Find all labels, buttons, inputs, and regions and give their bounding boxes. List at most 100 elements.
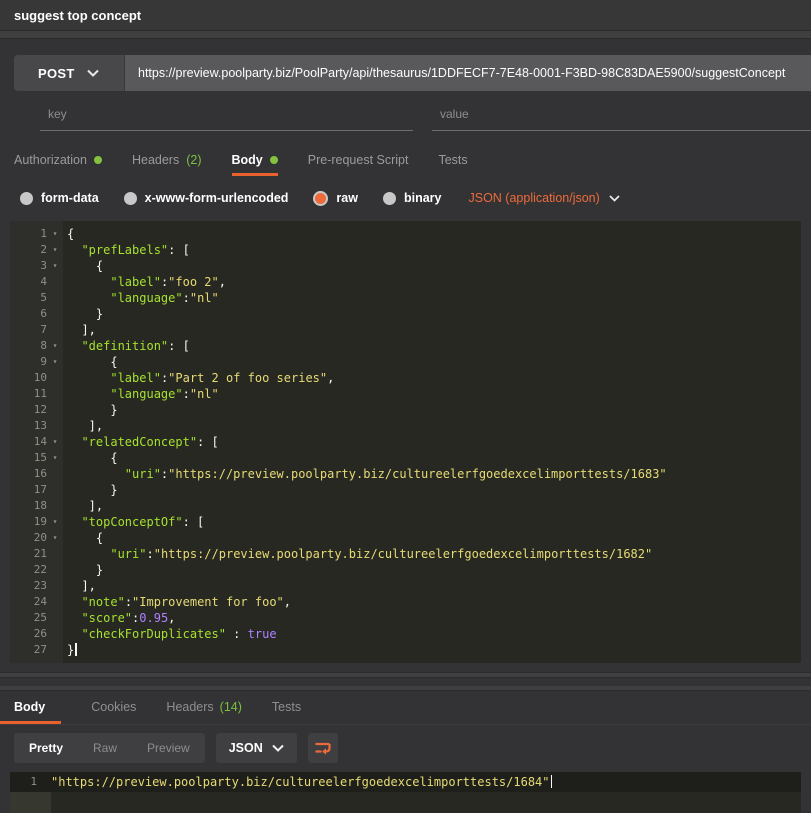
code-line[interactable]: 24 "note":"Improvement for foo", [10,594,801,610]
pane-splitter[interactable] [0,672,811,678]
tab-authorization[interactable]: Authorization [14,153,102,176]
view-mode-raw[interactable]: Raw [78,733,132,763]
code-line[interactable]: 25 "score":0.95, [10,610,801,626]
code-text: ], [63,418,103,434]
body-mode-row: form-datax-www-form-urlencodedrawbinary … [0,183,811,213]
line-number: 12 [10,402,47,418]
code-line[interactable]: 21 "uri":"https://preview.poolparty.biz/… [10,546,801,562]
tab-label: Authorization [14,153,87,167]
content-type-selector[interactable]: JSON (application/json) [468,191,619,205]
view-mode-pretty[interactable]: Pretty [14,733,78,763]
code-line[interactable]: 4 "label":"foo 2", [10,274,801,290]
response-tab-tests[interactable]: Tests [272,700,301,724]
line-number: 1 [10,226,47,242]
code-line[interactable]: 19▾ "topConceptOf": [ [10,514,801,530]
code-line[interactable]: 10 "label":"Part 2 of foo series", [10,370,801,386]
code-line[interactable]: 8▾ "definition": [ [10,338,801,354]
url-input[interactable]: https://preview.poolparty.biz/PoolParty/… [125,55,811,91]
response-format-selector[interactable]: JSON [216,733,297,763]
code-line[interactable]: 27} [10,642,801,658]
tab-label: Cookies [91,700,136,714]
body-mode-raw[interactable]: raw [313,191,358,206]
code-line[interactable]: 12 } [10,402,801,418]
param-key-input[interactable] [40,101,413,131]
code-line[interactable]: 1▾{ [10,226,801,242]
tab-label: Body [14,700,45,714]
code-text: "topConceptOf": [ [63,514,204,530]
fold-arrow-icon[interactable]: ▾ [47,354,63,370]
tab-body[interactable]: Body [232,153,278,176]
radio-icon [383,192,396,205]
fold-spacer [47,594,63,610]
code-line[interactable]: 17 } [10,482,801,498]
body-mode-label: x-www-form-urlencoded [145,191,289,205]
code-line[interactable]: 5 "language":"nl" [10,290,801,306]
fold-arrow-icon[interactable]: ▾ [47,530,63,546]
line-number: 21 [10,546,47,562]
request-tabs: Authorization Headers(2) Body Pre-request S… [0,148,811,176]
token-p: } [67,403,118,417]
request-editor-lines: 1▾{2▾ "prefLabels": [3▾ {4 "label":"foo … [10,226,801,658]
token-s: "https://preview.poolparty.biz/cultureel… [154,547,653,561]
token-p [67,467,125,481]
fold-arrow-icon[interactable]: ▾ [47,514,63,530]
code-line[interactable]: 26 "checkForDuplicates" : true [10,626,801,642]
code-line[interactable]: 22 } [10,562,801,578]
tab-tests[interactable]: Tests [438,153,467,176]
code-line[interactable]: 14▾ "relatedConcept": [ [10,434,801,450]
line-number: 20 [10,530,47,546]
wrap-lines-button[interactable] [308,733,338,763]
tab-label: Pre-request Script [308,153,409,167]
token-p: , [327,371,334,385]
line-number: 26 [10,626,47,642]
code-line[interactable]: 6 } [10,306,801,322]
body-mode-form-data[interactable]: form-data [20,191,99,206]
fold-arrow-icon[interactable]: ▾ [47,226,63,242]
line-number: 2 [10,242,47,258]
fold-arrow-icon[interactable]: ▾ [47,258,63,274]
tab-headers[interactable]: Headers(2) [132,153,202,176]
response-code-line[interactable]: 1 "https://preview.poolparty.biz/culture… [10,772,801,792]
code-text: ], [63,498,103,514]
code-line[interactable]: 23 ], [10,578,801,594]
method-selector[interactable]: POST [14,55,125,91]
code-line[interactable]: 11 "language":"nl" [10,386,801,402]
tab-pre-request-script[interactable]: Pre-request Script [308,153,409,176]
line-number: 19 [10,514,47,530]
line-number: 14 [10,434,47,450]
request-body-editor[interactable]: 1▾{2▾ "prefLabels": [3▾ {4 "label":"foo … [10,221,801,663]
body-mode-label: raw [336,191,358,205]
body-mode-label: binary [404,191,442,205]
code-line[interactable]: 15▾ { [10,450,801,466]
token-p: : [ [197,435,219,449]
green-dot-icon [270,156,278,164]
param-value-input[interactable] [432,101,811,131]
fold-arrow-icon[interactable]: ▾ [47,450,63,466]
response-tab-cookies[interactable]: Cookies [91,700,136,724]
view-mode-preview[interactable]: Preview [132,733,205,763]
response-tab-headers[interactable]: Headers(14) [166,700,241,724]
code-line[interactable]: 7 ], [10,322,801,338]
fold-arrow-icon[interactable]: ▾ [47,242,63,258]
fold-arrow-icon[interactable]: ▾ [47,338,63,354]
code-line[interactable]: 20▾ { [10,530,801,546]
body-mode-x-www-form-urlencoded[interactable]: x-www-form-urlencoded [124,191,289,206]
code-text: } [63,482,118,498]
token-p: : [ [168,243,190,257]
line-number: 3 [10,258,47,274]
text-caret [551,775,553,788]
code-line[interactable]: 3▾ { [10,258,801,274]
code-line[interactable]: 16 "uri":"https://preview.poolparty.biz/… [10,466,801,482]
line-number: 4 [10,274,47,290]
response-tab-body[interactable]: Body [0,700,61,724]
code-line[interactable]: 2▾ "prefLabels": [ [10,242,801,258]
code-text: } [63,642,77,658]
code-line[interactable]: 18 ], [10,498,801,514]
token-p: } [67,643,74,657]
body-mode-binary[interactable]: binary [383,191,442,206]
code-line[interactable]: 13 ], [10,418,801,434]
code-line[interactable]: 9▾ { [10,354,801,370]
token-p: { [67,355,118,369]
response-body-editor[interactable]: 1 "https://preview.poolparty.biz/culture… [10,772,801,813]
fold-arrow-icon[interactable]: ▾ [47,434,63,450]
